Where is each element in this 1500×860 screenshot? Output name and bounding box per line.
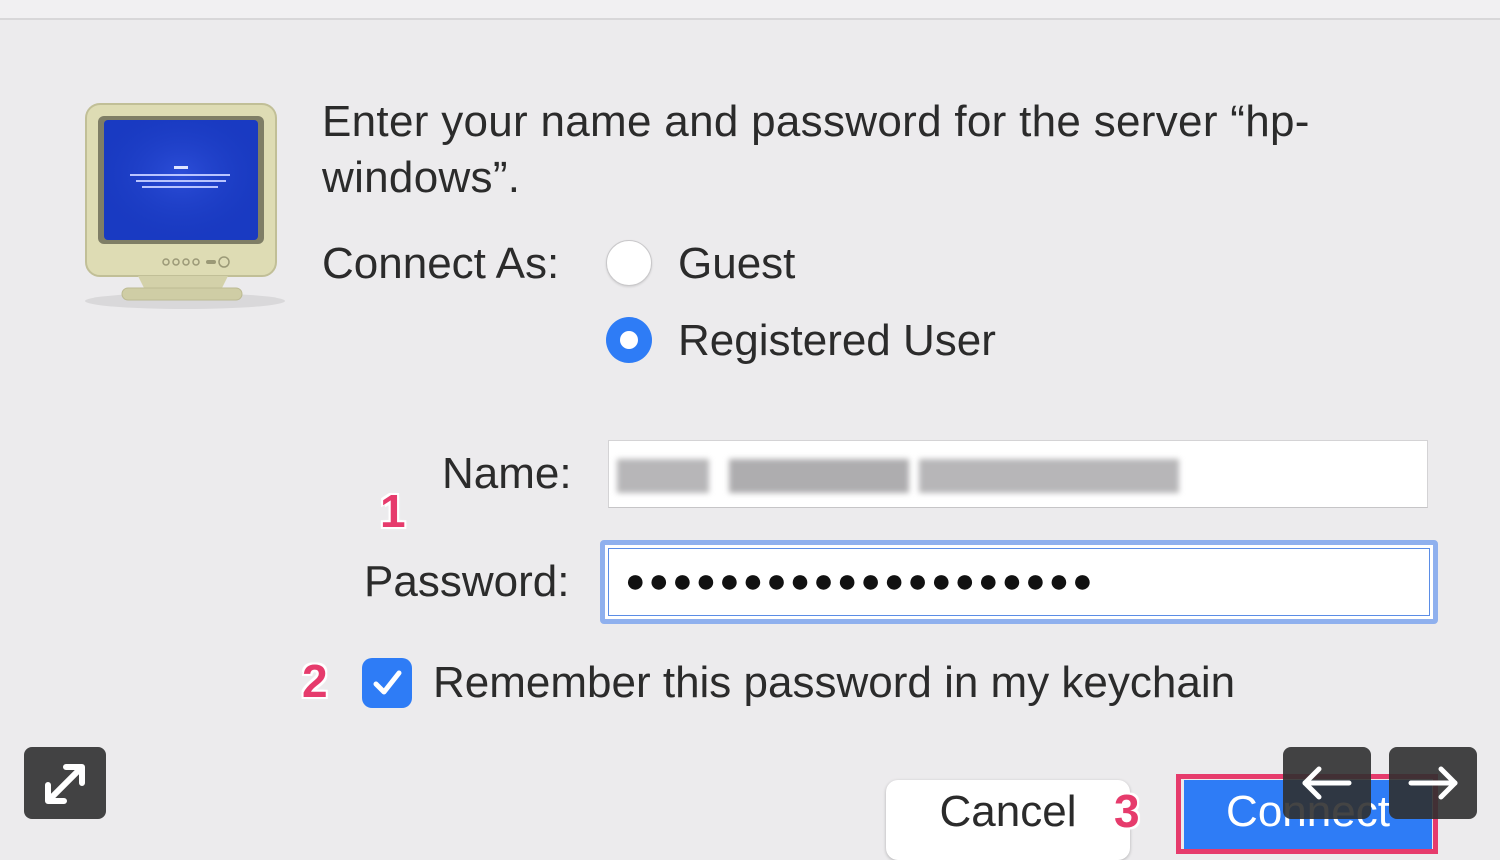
blurred-name-value xyxy=(729,459,909,493)
annotation-step-2: 2 xyxy=(302,655,328,707)
expand-icon xyxy=(45,764,85,804)
remember-password-checkbox[interactable] xyxy=(362,658,412,708)
annotation-step-1: 1 xyxy=(380,485,406,537)
connect-as-label: Connect As: xyxy=(322,239,560,288)
name-field[interactable] xyxy=(608,440,1428,508)
password-field[interactable]: ●●●●●●●●●●●●●●●●●●●● xyxy=(600,540,1438,624)
blurred-name-value xyxy=(617,459,709,493)
remember-password-label[interactable]: Remember this password in my keychain xyxy=(433,657,1235,709)
cancel-button[interactable]: Cancel xyxy=(886,780,1130,860)
checkmark-icon xyxy=(373,670,402,695)
arrow-right-icon xyxy=(1408,766,1458,800)
annotation-step-3: 3 xyxy=(1114,785,1140,837)
arrow-left-icon xyxy=(1302,766,1352,800)
expand-button[interactable] xyxy=(24,747,106,819)
previous-image-button[interactable] xyxy=(1283,747,1371,819)
registered-user-radio-label[interactable]: Registered User xyxy=(678,315,996,367)
guest-radio[interactable] xyxy=(606,240,652,286)
registered-user-radio[interactable] xyxy=(606,317,652,363)
window-top-bar xyxy=(0,0,1500,20)
next-image-button[interactable] xyxy=(1389,747,1477,819)
dialog-heading: Enter your name and password for the ser… xyxy=(322,97,1310,202)
name-label: Name: xyxy=(442,449,572,498)
password-label: Password: xyxy=(364,557,570,606)
blurred-name-value xyxy=(919,459,1179,493)
password-value: ●●●●●●●●●●●●●●●●●●●● xyxy=(625,562,1096,600)
guest-radio-label[interactable]: Guest xyxy=(678,238,795,290)
monitor-icon xyxy=(85,103,285,309)
